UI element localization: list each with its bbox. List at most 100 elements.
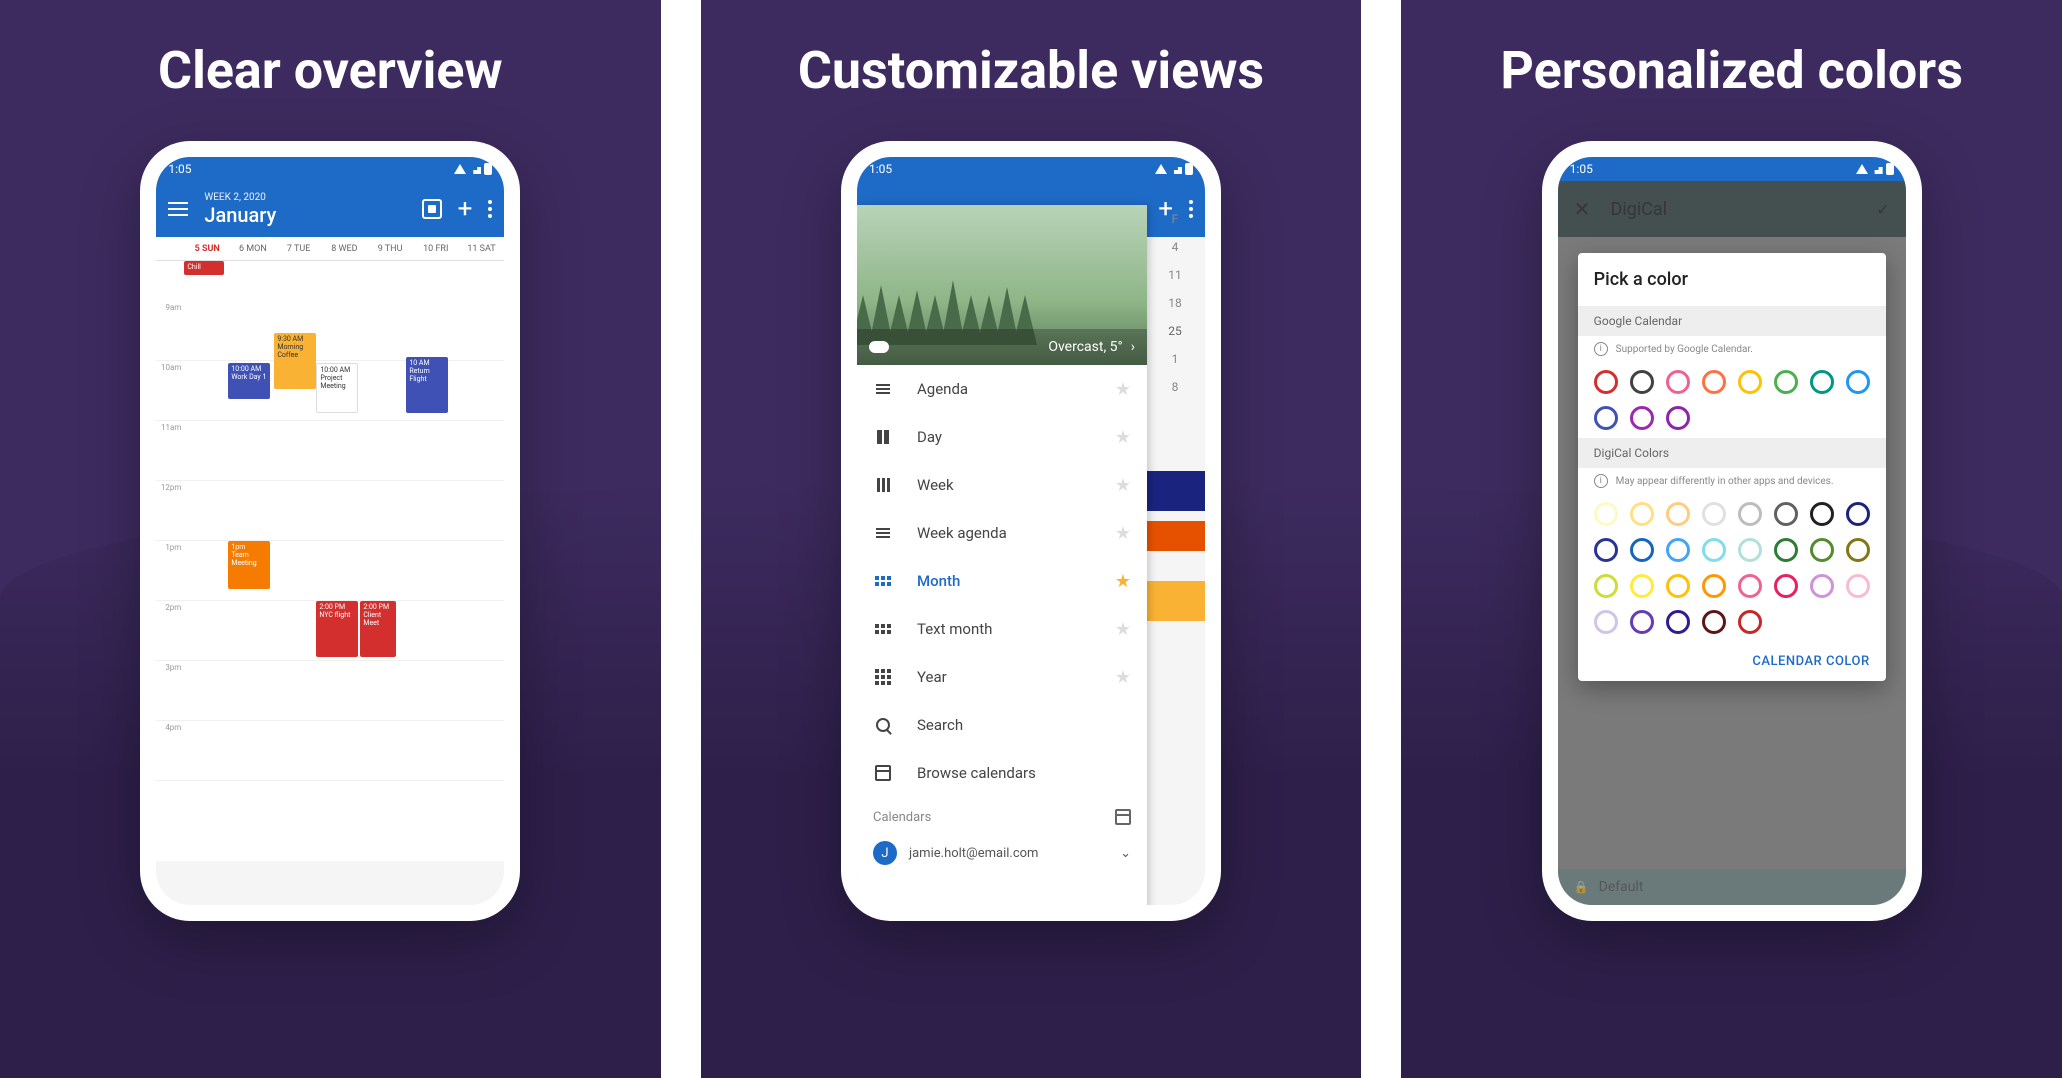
color-swatch[interactable]	[1594, 406, 1618, 430]
drawer-text-month[interactable]: Text month★	[857, 605, 1147, 653]
day-header: 5 SUN 6 MON 7 TUE 8 WED 9 THU 10 FRI 11 …	[156, 237, 504, 261]
color-swatch[interactable]	[1846, 574, 1870, 598]
info-icon: i	[1594, 342, 1608, 356]
event-morning-coffee[interactable]: 9:30 AMMorning Coffee	[274, 333, 316, 389]
color-swatch[interactable]	[1666, 538, 1690, 562]
phone-1: 1:05 WEEK 2, 2020 January + 5 SUN 6 MON	[140, 141, 520, 921]
color-swatch[interactable]	[1666, 406, 1690, 430]
drawer-day[interactable]: Day★	[857, 413, 1147, 461]
event-chill[interactable]: Chill	[184, 261, 224, 275]
menu-icon[interactable]	[168, 202, 188, 216]
add-icon[interactable]: +	[458, 196, 473, 222]
color-swatch[interactable]	[1594, 502, 1618, 526]
statusbar: 1:05	[1558, 157, 1906, 181]
color-swatch[interactable]	[1810, 538, 1834, 562]
color-swatch[interactable]	[1630, 574, 1654, 598]
account-row[interactable]: Jjamie.holt@email.com⌄	[857, 833, 1147, 873]
star-icon[interactable]: ★	[1115, 427, 1131, 448]
color-swatch[interactable]	[1666, 574, 1690, 598]
week-label: WEEK 2, 2020	[204, 192, 421, 203]
color-swatch[interactable]	[1846, 502, 1870, 526]
weather-header[interactable]: Overcast, 5° ›	[857, 205, 1147, 365]
color-swatch[interactable]	[1630, 406, 1654, 430]
color-swatch[interactable]	[1702, 574, 1726, 598]
calendar-grid[interactable]: Chill 9am 10am 11am 12pm 1pm 2pm 3pm 4pm…	[156, 261, 504, 861]
star-icon[interactable]: ★	[1115, 523, 1131, 544]
color-swatch[interactable]	[1810, 574, 1834, 598]
color-swatch[interactable]	[1594, 610, 1618, 634]
color-swatch[interactable]	[1846, 370, 1870, 394]
color-swatch[interactable]	[1774, 370, 1798, 394]
star-icon[interactable]: ★	[1115, 379, 1131, 400]
drawer-search[interactable]: Search	[857, 701, 1147, 749]
drawer-browse[interactable]: Browse calendars	[857, 749, 1147, 797]
color-swatch[interactable]	[1738, 574, 1762, 598]
info-icon: i	[1594, 474, 1608, 488]
color-picker-dialog: Pick a color Google Calendar iSupported …	[1578, 253, 1886, 681]
calendar-icon	[873, 763, 893, 783]
color-swatch[interactable]	[1774, 574, 1798, 598]
color-swatch[interactable]	[1594, 574, 1618, 598]
drawer-week[interactable]: Week★	[857, 461, 1147, 509]
color-swatch[interactable]	[1594, 538, 1618, 562]
month-event-orange[interactable]	[1145, 521, 1205, 551]
drawer-week-agenda[interactable]: Week agenda★	[857, 509, 1147, 557]
event-team-meeting[interactable]: 1pmTeam Meeting	[228, 541, 270, 589]
day-thu[interactable]: 9 THU	[367, 237, 413, 260]
color-swatch[interactable]	[1594, 370, 1618, 394]
color-swatch[interactable]	[1630, 538, 1654, 562]
event-return-flight[interactable]: 10 AMReturn Flight	[406, 357, 448, 413]
color-swatch[interactable]	[1738, 538, 1762, 562]
star-icon[interactable]: ★	[1115, 667, 1131, 688]
color-swatch[interactable]	[1702, 502, 1726, 526]
color-swatch[interactable]	[1666, 370, 1690, 394]
account-email: jamie.holt@email.com	[909, 846, 1038, 861]
event-client-meet[interactable]: 2:00 PMClient Meet	[360, 601, 396, 657]
color-swatch[interactable]	[1774, 502, 1798, 526]
color-swatch[interactable]	[1630, 610, 1654, 634]
section-google-note: iSupported by Google Calendar.	[1578, 336, 1886, 362]
calendar-color-button[interactable]: CALENDAR COLOR	[1578, 642, 1886, 681]
day-wed[interactable]: 8 WED	[321, 237, 367, 260]
star-icon[interactable]: ★	[1115, 475, 1131, 496]
event-nyc-flight[interactable]: 2:00 PMNYC flight	[316, 601, 358, 657]
default-row[interactable]: 🔒 Default	[1558, 869, 1906, 905]
color-swatch[interactable]	[1738, 370, 1762, 394]
color-swatch[interactable]	[1666, 610, 1690, 634]
color-swatch[interactable]	[1702, 370, 1726, 394]
event-work-day[interactable]: 10:00 AMWork Day 1	[228, 363, 270, 399]
drawer-year[interactable]: Year★	[857, 653, 1147, 701]
color-swatch[interactable]	[1810, 370, 1834, 394]
search-icon	[873, 715, 893, 735]
calendar-add-icon[interactable]	[1115, 809, 1131, 825]
month-event-blue[interactable]	[1145, 471, 1205, 511]
color-swatch[interactable]	[1630, 370, 1654, 394]
day-mon[interactable]: 6 MON	[230, 237, 276, 260]
day-sat[interactable]: 11 SAT	[459, 237, 505, 260]
color-swatch[interactable]	[1738, 610, 1762, 634]
appbar-title[interactable]: WEEK 2, 2020 January	[204, 192, 421, 227]
month-label: January	[204, 203, 421, 227]
month-event-yellow[interactable]	[1145, 581, 1205, 621]
color-swatch[interactable]	[1738, 502, 1762, 526]
color-swatch[interactable]	[1702, 538, 1726, 562]
day-tue[interactable]: 7 TUE	[276, 237, 322, 260]
day-fri[interactable]: 10 FRI	[413, 237, 459, 260]
gap-2	[1361, 0, 1401, 1078]
event-project-meeting[interactable]: 10:00 AMProject Meeting	[316, 363, 358, 413]
more-icon[interactable]	[488, 200, 492, 218]
day-sun[interactable]: 5 SUN	[184, 237, 230, 260]
chevron-down-icon: ⌄	[1120, 846, 1131, 861]
color-swatch[interactable]	[1810, 502, 1834, 526]
color-swatch[interactable]	[1702, 610, 1726, 634]
drawer-month[interactable]: Month★	[857, 557, 1147, 605]
color-swatch[interactable]	[1630, 502, 1654, 526]
today-icon[interactable]	[422, 199, 442, 219]
color-swatch[interactable]	[1774, 538, 1798, 562]
color-swatch[interactable]	[1846, 538, 1870, 562]
star-icon[interactable]: ★	[1115, 619, 1131, 640]
drawer-agenda[interactable]: Agenda★	[857, 365, 1147, 413]
star-icon[interactable]: ★	[1115, 571, 1131, 592]
color-swatch[interactable]	[1666, 502, 1690, 526]
col-colors: Personalized colors 1:05 ✕ DigiCal ✓ Pic…	[1401, 0, 2062, 1078]
